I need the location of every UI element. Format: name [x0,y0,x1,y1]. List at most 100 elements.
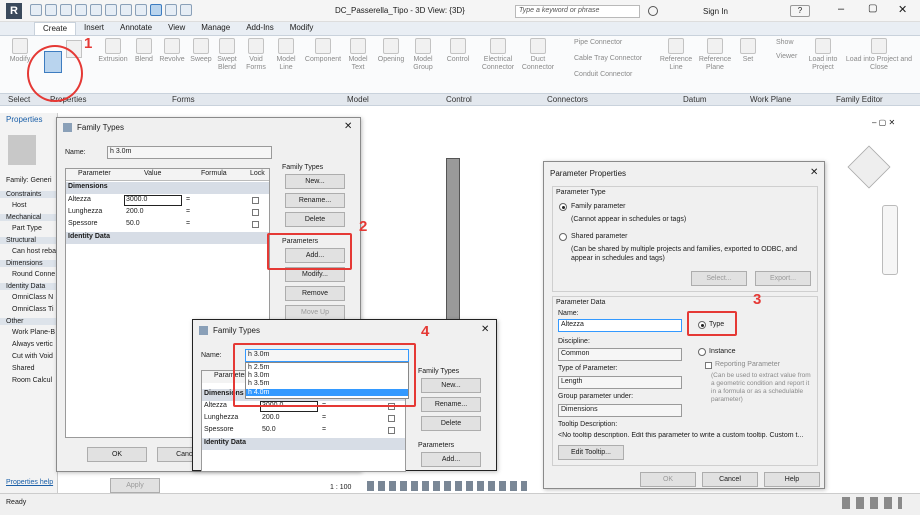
tool-opening[interactable]: Opening [374,38,408,64]
tool-load-into-project[interactable]: Load into Project [806,38,840,72]
prop-item[interactable]: Host [12,202,26,209]
prop-item[interactable]: Shared [12,365,35,372]
tab-annotate[interactable]: Annotate [112,22,160,35]
discipline-select[interactable]: Common [558,348,682,361]
undo-icon[interactable] [60,4,72,16]
shared-parameter-radio[interactable] [559,233,567,241]
tool-model-line[interactable]: Model Line [274,38,298,72]
lock-checkbox[interactable] [252,209,259,216]
prop-section[interactable]: Constraints [0,191,58,198]
instance-radio[interactable] [698,348,706,356]
tool-reference-plane[interactable]: Reference Plane [697,38,733,72]
lock-checkbox[interactable] [388,427,395,434]
help-button[interactable]: Help [764,472,820,487]
col-value[interactable]: Value [144,170,161,177]
tool-revolve[interactable]: Revolve [158,38,186,64]
tab-manage[interactable]: Manage [193,22,238,35]
tool-conduit-connector[interactable]: Conduit Connector [574,71,632,78]
prop-item[interactable]: Round Conne [12,271,55,278]
view-window-controls[interactable]: – ▢ ✕ [872,118,895,127]
add-parameter-button[interactable]: Add... [421,452,481,467]
edit-tooltip-button[interactable]: Edit Tooltip... [558,445,624,460]
minimize-button[interactable]: – [838,3,844,15]
col-formula[interactable]: Formula [201,170,227,177]
tool-swept-blend[interactable]: Swept Blend [215,38,239,72]
switch-windows-icon[interactable] [150,4,162,16]
section-identity-data[interactable]: Identity Data [202,438,405,450]
tool-load-close[interactable]: Load into Project and Close [844,38,914,72]
prop-item[interactable]: OmniClass N [12,294,53,301]
table-row[interactable]: Lunghezza 200.0 = [202,413,405,425]
reporting-parameter-checkbox[interactable] [705,362,712,369]
navigation-bar[interactable] [882,205,898,275]
open-icon[interactable] [30,4,42,16]
tool-model-text[interactable]: Model Text [346,38,370,72]
prop-item[interactable]: Work Plane-B [12,329,55,336]
tab-insert[interactable]: Insert [76,22,112,35]
tab-modify[interactable]: Modify [282,22,322,35]
prop-item[interactable]: Can host reba [12,248,56,255]
table-row[interactable]: Altezza 3000.0 = [66,195,269,207]
print-icon[interactable] [90,4,102,16]
tool-blend[interactable]: Blend [132,38,156,64]
maximize-button[interactable]: ▢ [868,3,877,14]
tool-component[interactable]: Component [302,38,344,64]
delete-type-button[interactable]: Delete [285,212,345,227]
section-identity-data[interactable]: Identity Data [66,232,269,244]
col-parameter[interactable]: Parameter [78,170,111,177]
group-parameter-select[interactable]: Dimensions [558,404,682,417]
dropdown-icon[interactable] [180,4,192,16]
name-dropdown[interactable]: h 3.0m [107,146,272,159]
tab-add-ins[interactable]: Add-Ins [238,22,282,35]
tool-control[interactable]: Control [443,38,473,64]
tool-modify[interactable]: Modify [8,38,32,64]
tool-pipe-connector[interactable]: Pipe Connector [574,39,622,46]
remove-parameter-button[interactable]: Remove [285,286,345,301]
tool-reference-line[interactable]: Reference Line [658,38,694,72]
col-lock[interactable]: Lock [250,170,265,177]
type-dropdown-list[interactable]: h 2.5m h 3.0m h 3.5m h 4.0m [245,362,409,399]
user-icon[interactable] [648,6,658,16]
sign-in-link[interactable]: Sign In [703,7,728,16]
dropdown-option[interactable]: h 3.0m [248,372,269,379]
filter-icon[interactable] [842,497,902,509]
properties-help-link[interactable]: Properties help [6,479,53,486]
search-input[interactable]: Type a keyword or phrase [515,5,640,18]
ok-button[interactable]: OK [87,447,147,462]
apply-button[interactable]: Apply [110,478,160,493]
revit-logo[interactable]: R [6,3,22,19]
help-icon[interactable]: ? [790,5,810,17]
table-row[interactable]: Spessore 50.0 = [202,425,405,437]
prop-section[interactable]: Other [0,318,58,325]
export-button[interactable]: Export... [755,271,811,286]
save-icon[interactable] [45,4,57,16]
tab-create[interactable]: Create [34,22,77,35]
prop-item[interactable]: Always vertic [12,341,53,348]
prop-section[interactable]: Identity Data [0,283,58,290]
lock-checkbox[interactable] [252,197,259,204]
panel-select[interactable]: Select [8,95,30,104]
view-cube[interactable] [847,145,891,189]
rename-type-button[interactable]: Rename... [421,397,481,412]
tool-duct-connector[interactable]: Duct Connector [520,38,556,72]
tool-sweep[interactable]: Sweep [188,38,214,64]
table-row[interactable]: Spessore 50.0 = [66,219,269,231]
lock-checkbox[interactable] [388,415,395,422]
prop-item[interactable]: Part Type [12,225,42,232]
section-dimensions[interactable]: Dimensions [66,182,269,194]
new-type-button[interactable]: New... [285,174,345,189]
dropdown-option-selected[interactable]: h 4.0m [246,389,408,396]
tool-void-forms[interactable]: Void Forms [242,38,270,72]
prop-item[interactable]: Family: Generi [6,177,52,184]
tool-extrusion[interactable]: Extrusion [98,38,128,64]
lock-checkbox[interactable] [252,221,259,228]
tool-set[interactable]: Set [738,38,758,64]
rename-type-button[interactable]: Rename... [285,193,345,208]
close-icon[interactable]: ✕ [344,121,352,132]
close-icon[interactable]: ✕ [810,167,818,178]
measure-icon[interactable] [105,4,117,16]
move-up-button[interactable]: Move Up [285,305,345,320]
type-of-parameter-select[interactable]: Length [558,376,682,389]
family-parameter-radio[interactable] [559,203,567,211]
prop-section[interactable]: Mechanical [0,214,58,221]
